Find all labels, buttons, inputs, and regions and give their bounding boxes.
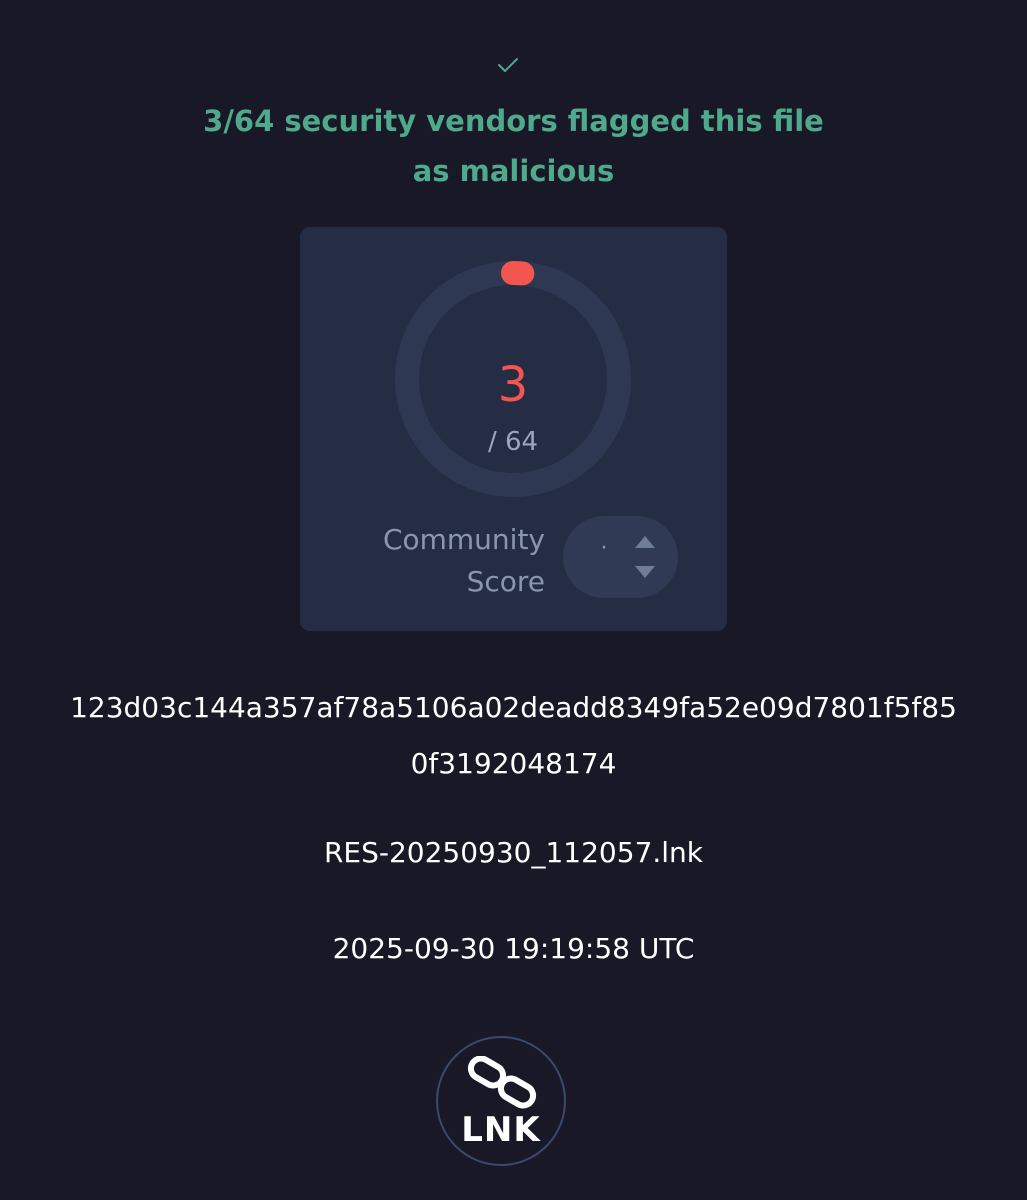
detection-total: / 64 bbox=[487, 427, 539, 457]
detection-card: 3 / 64 Community Score · bbox=[300, 227, 727, 631]
triangle-up-icon[interactable] bbox=[633, 534, 657, 550]
verdict-line-1: 3/64 security vendors flagged this file bbox=[203, 104, 824, 138]
file-type-badge: LNK bbox=[436, 1036, 566, 1166]
community-score-control: · bbox=[563, 516, 678, 598]
verdict-heading: 3/64 security vendors flagged this file … bbox=[0, 96, 1027, 196]
detection-gauge: 3 / 64 bbox=[393, 259, 633, 499]
detection-count: 3 bbox=[497, 357, 529, 413]
check-icon bbox=[498, 58, 518, 72]
verdict-line-2: as malicious bbox=[412, 154, 615, 188]
file-name: RES-20250930_112057.lnk bbox=[323, 836, 704, 869]
chain-link-icon bbox=[467, 1056, 537, 1109]
file-report-summary: 3/64 security vendors flagged this file … bbox=[0, 0, 1027, 1200]
triangle-down-icon[interactable] bbox=[633, 564, 657, 580]
file-hash: 123d03c144a357af78a5106a02deadd8349fa52e… bbox=[70, 691, 957, 780]
community-score-value: · bbox=[600, 536, 608, 561]
community-score-label: Community Score bbox=[382, 523, 545, 598]
scan-timestamp: 2025-09-30 19:19:58 UTC bbox=[332, 932, 695, 965]
file-type-label: LNK bbox=[461, 1110, 541, 1150]
